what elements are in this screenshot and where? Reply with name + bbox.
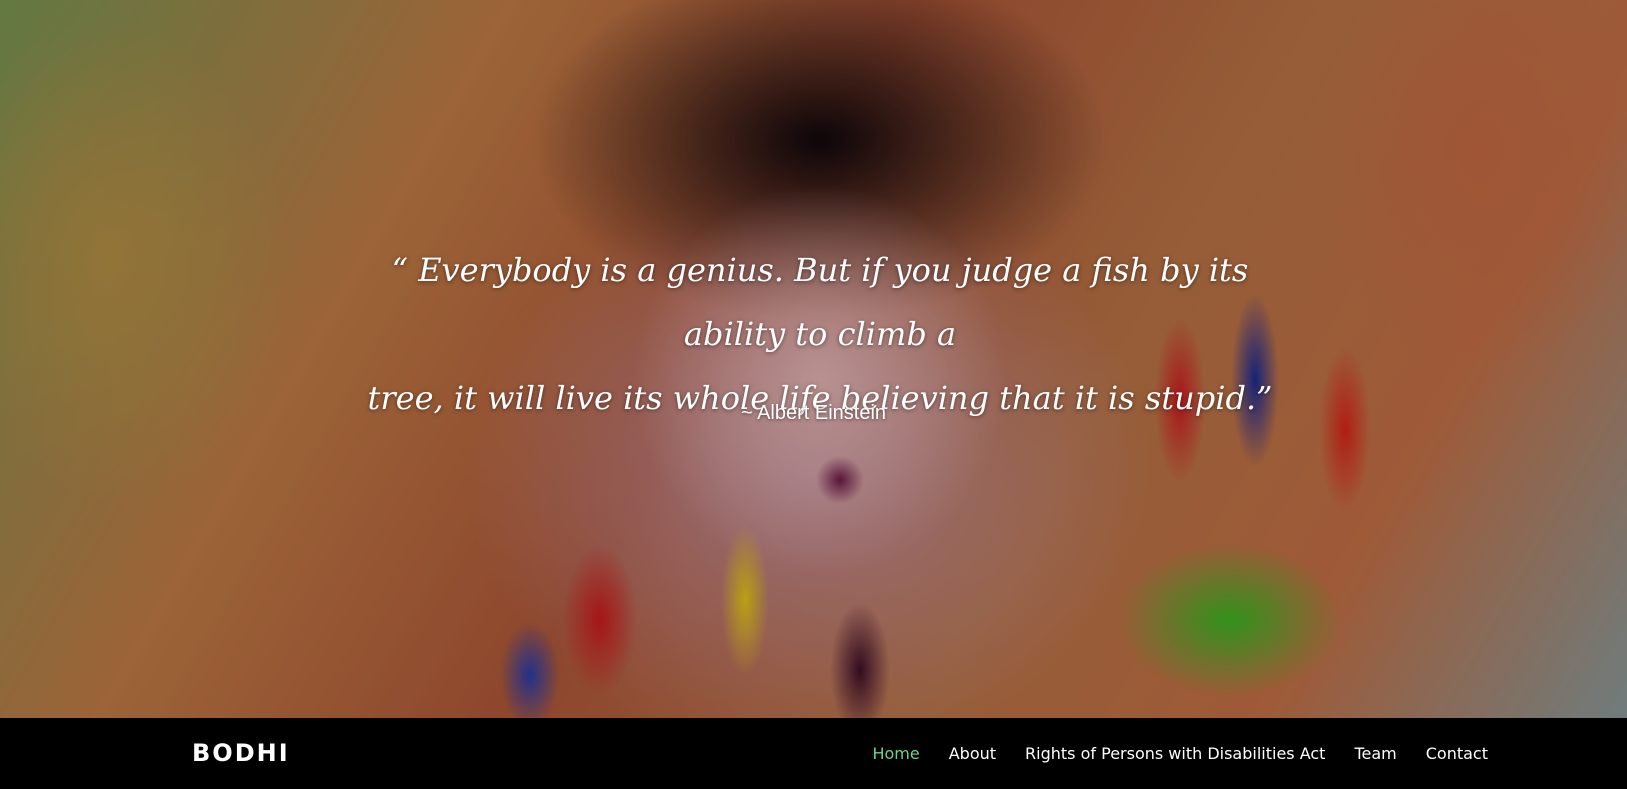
quote-line-1: “ Everybody is a genius. But if you judg…	[391, 251, 1249, 353]
nav-link-about[interactable]: About	[949, 744, 996, 763]
hero-section: “ Everybody is a genius. But if you judg…	[0, 0, 1627, 718]
nav-link-contact[interactable]: Contact	[1426, 744, 1488, 763]
quote-author: ~ Albert Einstein	[740, 402, 887, 424]
nav-link-team[interactable]: Team	[1354, 744, 1396, 763]
brand-logo-link[interactable]: BODHI	[192, 739, 290, 767]
nav-link-home[interactable]: Home	[872, 744, 919, 763]
nav-links: Home About Rights of Persons with Disabi…	[872, 744, 1488, 763]
main-navbar: BODHI Home About Rights of Persons with …	[0, 718, 1627, 789]
nav-link-rights-act[interactable]: Rights of Persons with Disabilities Act	[1025, 744, 1325, 763]
